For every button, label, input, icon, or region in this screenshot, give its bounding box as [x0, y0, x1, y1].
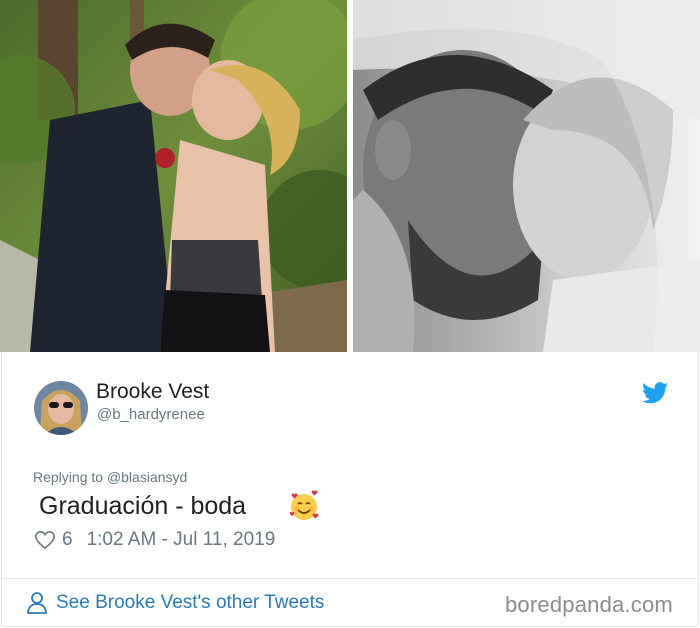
watermark: boredpanda.com: [505, 592, 673, 617]
tweet-text: Graduación - boda: [39, 491, 247, 520]
see-other-tweets-label: See Brooke Vest's other Tweets: [56, 592, 325, 613]
wedding-photo: [353, 0, 700, 352]
tweet-timestamp[interactable]: 1:02 AM - Jul 11, 2019: [87, 529, 276, 551]
embedded-tweet: Brooke Vest @b_hardyrenee Replying to @b…: [1, 352, 699, 627]
display-name[interactable]: Brooke Vest: [96, 380, 209, 404]
tweet-meta: 6 1:02 AM - Jul 11, 2019: [34, 527, 275, 553]
replying-prefix: Replying to: [33, 469, 104, 485]
avatar[interactable]: [34, 381, 88, 435]
tweet-body: Graduación - boda: [39, 486, 320, 526]
twitter-bird-icon[interactable]: [642, 382, 668, 404]
photo-collage: [0, 0, 700, 352]
heart-icon[interactable]: [34, 530, 56, 550]
see-other-tweets-link[interactable]: See Brooke Vest's other Tweets: [26, 589, 324, 617]
divider: [2, 578, 698, 579]
prom-photo: [0, 0, 347, 352]
replying-to-handle[interactable]: @blasiansyd: [107, 469, 187, 485]
user-icon: [27, 592, 47, 614]
like-count: 6: [62, 529, 73, 550]
replying-to: Replying to @blasiansyd: [33, 469, 187, 485]
smiling-face-with-hearts-icon: [289, 490, 319, 520]
user-handle[interactable]: @b_hardyrenee: [97, 406, 205, 423]
